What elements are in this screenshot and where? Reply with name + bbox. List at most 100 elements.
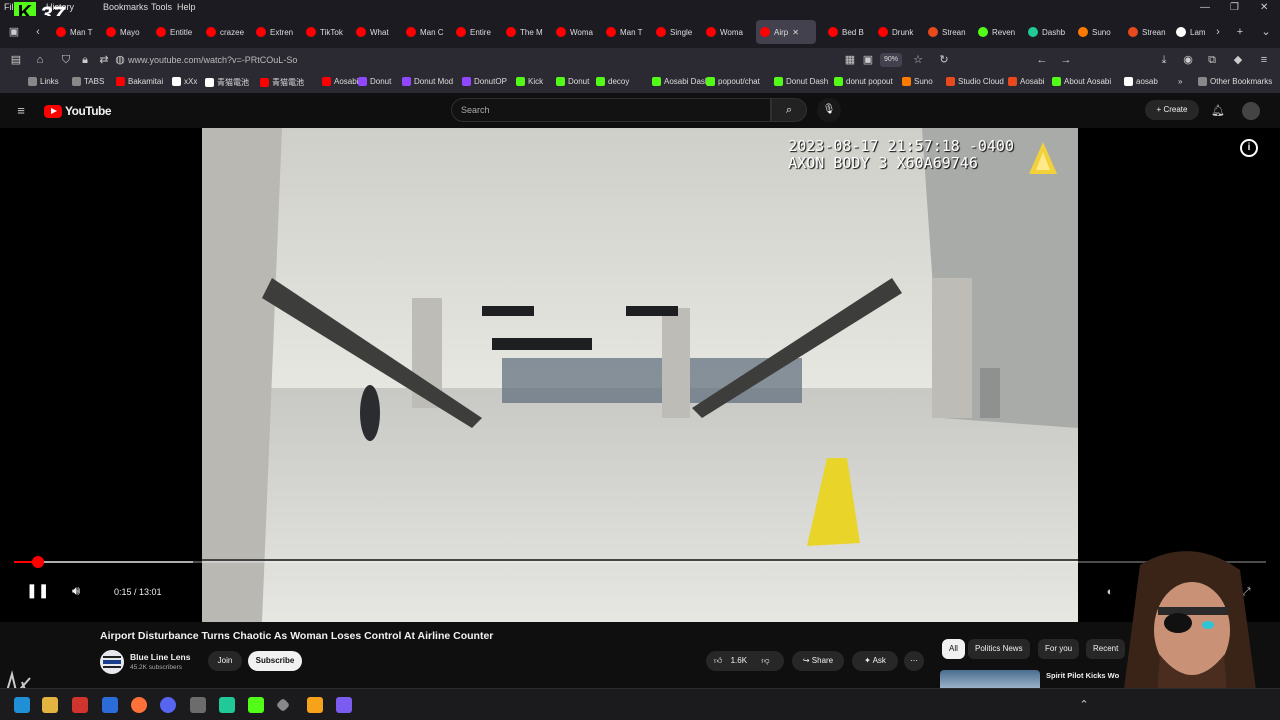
discord-icon[interactable] — [160, 697, 176, 713]
channel-avatar[interactable] — [100, 650, 124, 674]
create-button[interactable]: + Create — [1145, 100, 1199, 120]
bookmark-item[interactable]: Donut — [358, 77, 391, 86]
hamburger-menu-icon[interactable]: ≡ — [13, 103, 29, 119]
minimize-icon[interactable]: — — [1200, 2, 1210, 13]
browser-tab[interactable]: Mayo — [102, 20, 148, 44]
bookmark-item[interactable]: Links — [28, 77, 59, 86]
avatar[interactable] — [1242, 102, 1260, 120]
url-field[interactable]: www.youtube.com/watch?v=-PRtCOuL-So — [128, 50, 828, 70]
lock-icon[interactable]: 🔒︎ — [77, 52, 93, 68]
reader-view-icon[interactable]: ▦ — [842, 52, 858, 68]
recommended-thumbnail[interactable] — [940, 670, 1040, 688]
browser-tab[interactable]: Man T — [52, 20, 98, 44]
filter-chip[interactable]: All — [942, 639, 965, 659]
dislike-icon[interactable]: 👎︎ — [761, 656, 769, 665]
shield-icon[interactable]: ⛉ — [58, 52, 74, 68]
menu-help[interactable]: Help — [177, 2, 196, 12]
bookmark-item[interactable]: Donut Dash — [774, 77, 828, 86]
browser-tab[interactable]: Drunk — [874, 20, 920, 44]
permissions-icon[interactable]: ⇄ — [96, 52, 112, 68]
new-tab-icon[interactable]: + — [1232, 24, 1248, 40]
bookmark-item[interactable]: xXx — [172, 77, 197, 86]
bookmark-item[interactable]: 青猫電池 — [205, 77, 249, 88]
restore-icon[interactable]: ❐ — [1230, 2, 1239, 13]
firefox-icon[interactable] — [131, 697, 147, 713]
youtube-logo[interactable]: YouTube — [44, 104, 112, 118]
close-tab-icon[interactable]: ✕ — [792, 28, 799, 37]
app-icon-diamond[interactable] — [275, 697, 291, 713]
bookmark-item[interactable]: DonutOP — [462, 77, 507, 86]
channel-name[interactable]: Blue Line Lens — [130, 652, 190, 662]
info-icon[interactable]: i — [1240, 139, 1258, 157]
browser-tab[interactable]: Single — [652, 20, 698, 44]
forward-icon[interactable]: → — [1058, 52, 1074, 68]
volume-button[interactable]: 🔊︎ — [72, 583, 92, 603]
ask-button[interactable]: ✦ Ask — [852, 651, 898, 671]
bookmark-item[interactable]: 青猫電池 — [260, 77, 304, 88]
list-all-tabs-icon[interactable]: ⌄ — [1258, 24, 1274, 40]
bookmark-item[interactable]: Suno — [902, 77, 933, 86]
bookmark-item[interactable]: donut popout — [834, 77, 893, 86]
downloads-icon[interactable]: ⤓ — [1156, 52, 1172, 68]
bookmark-item[interactable]: About Aosabi — [1052, 77, 1111, 86]
bookmark-item[interactable]: Other Bookmarks — [1198, 77, 1272, 86]
scroll-tabs-right-icon[interactable]: › — [1210, 24, 1226, 40]
pause-button[interactable]: ❚❚ — [26, 582, 49, 602]
bookmark-item[interactable]: Kick — [516, 77, 543, 86]
bookmark-item[interactable]: Aosabi — [322, 77, 358, 86]
app-menu-icon[interactable]: ≡ — [1256, 52, 1272, 68]
browser-tab[interactable]: Reven — [974, 20, 1020, 44]
like-icon[interactable]: 👍︎ — [714, 656, 722, 665]
progress-bar[interactable] — [14, 556, 1266, 568]
kick-app-icon[interactable] — [248, 697, 264, 713]
video-frame[interactable]: 2023-08-17 21:57:18 -0400 AXON BODY 3 X6… — [202, 128, 1078, 622]
bookmark-item[interactable]: aosab — [1124, 77, 1158, 86]
bookmark-item[interactable]: Studio Cloud — [946, 77, 1004, 86]
browser-tab[interactable]: Man T — [602, 20, 648, 44]
steam-icon[interactable] — [102, 697, 118, 713]
scroll-tabs-left-icon[interactable]: ‹ — [30, 24, 46, 40]
filter-chip[interactable]: Politics News — [968, 639, 1030, 659]
browser-tab[interactable]: Extren — [252, 20, 298, 44]
screenshot-icon[interactable]: ▣ — [860, 52, 876, 68]
bookmark-item[interactable]: popout/chat — [706, 77, 760, 86]
menu-tools[interactable]: Tools — [151, 2, 172, 12]
more-actions-button[interactable]: ⋯ — [904, 651, 924, 671]
zoom-level[interactable]: 90% — [880, 53, 902, 67]
video-player[interactable]: 2023-08-17 21:57:18 -0400 AXON BODY 3 X6… — [0, 128, 1280, 622]
bookmark-item[interactable]: Aosabi — [1008, 77, 1044, 86]
browser-tab[interactable]: The M — [502, 20, 548, 44]
chat-app-icon[interactable] — [219, 697, 235, 713]
like-count[interactable]: 1.6K — [731, 656, 747, 665]
sidebar-icon[interactable]: ▤ — [8, 52, 24, 68]
browser-tab[interactable]: Dashb — [1024, 20, 1070, 44]
home-icon[interactable]: ⌂ — [32, 52, 48, 68]
browser-tab[interactable]: Entire — [452, 20, 498, 44]
reload-icon[interactable]: ↻ — [936, 52, 952, 68]
browser-tab[interactable]: TikTok — [302, 20, 348, 44]
notifications-icon[interactable]: 🔔︎ — [1210, 103, 1226, 119]
vlc-icon[interactable] — [307, 697, 323, 713]
bookmarks-overflow-icon[interactable]: » — [1178, 77, 1182, 86]
scrubber-handle[interactable] — [31, 556, 44, 568]
tab-list-icon[interactable]: ▣ — [6, 24, 22, 40]
bookmark-item[interactable]: TABS — [72, 77, 104, 86]
search-button[interactable]: ⌕ — [771, 98, 807, 122]
file-explorer-icon[interactable] — [42, 697, 58, 713]
browser-tab[interactable]: Suno — [1074, 20, 1120, 44]
app-icon-gray[interactable] — [190, 697, 206, 713]
search-input[interactable]: Search — [451, 98, 771, 122]
app-icon-purple[interactable] — [336, 697, 352, 713]
filter-chip[interactable]: For you — [1038, 639, 1080, 659]
browser-tab[interactable]: Woma — [702, 20, 748, 44]
browser-tab[interactable]: Man C — [402, 20, 448, 44]
join-button[interactable]: Join — [208, 651, 242, 671]
bookmark-item[interactable]: Donut Mod — [402, 77, 453, 86]
extensions-icon[interactable]: ⧉ — [1204, 52, 1220, 68]
account-icon[interactable]: ◉ — [1180, 52, 1196, 68]
subscribe-button[interactable]: Subscribe — [248, 651, 302, 671]
browser-tab[interactable]: Woma — [552, 20, 598, 44]
bookmark-item[interactable]: Bakamitai — [116, 77, 163, 86]
browser-tab[interactable]: What — [352, 20, 398, 44]
browser-tab[interactable]: Bed B — [824, 20, 870, 44]
